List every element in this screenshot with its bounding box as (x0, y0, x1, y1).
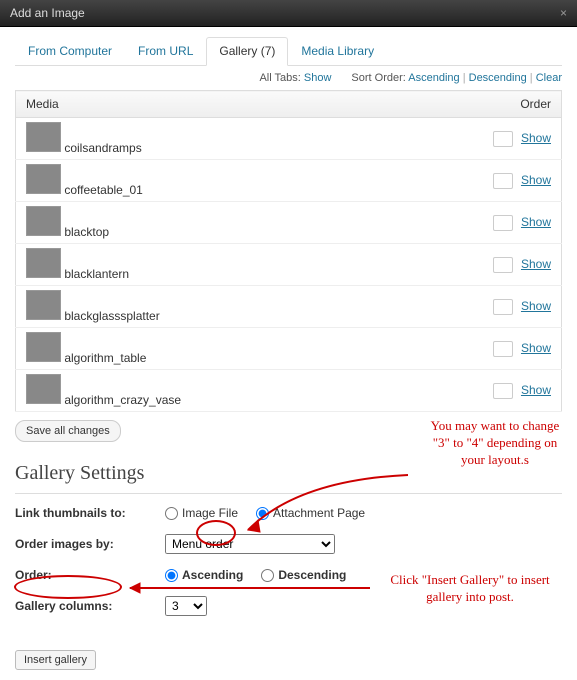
media-name: coffeetable_01 (64, 183, 143, 197)
close-icon[interactable]: × (560, 6, 567, 20)
show-link[interactable]: Show (521, 257, 551, 271)
columns-select[interactable]: 3 (165, 596, 207, 616)
columns-label: Gallery columns: (15, 599, 165, 613)
thumbnail-icon (26, 248, 61, 278)
annotation-insert: Click "Insert Gallery" to insert gallery… (375, 572, 565, 606)
thumbnail-icon (26, 164, 61, 194)
alltabs-label: All Tabs: (259, 72, 300, 84)
toolbar: All Tabs: Show Sort Order: Ascending | D… (15, 72, 562, 84)
table-row: blacklantern Show (16, 244, 562, 286)
thumbnail-icon (26, 206, 61, 236)
sort-asc-link[interactable]: Ascending (408, 72, 459, 84)
alltabs-show-link[interactable]: Show (304, 72, 332, 84)
tabs: From Computer From URL Gallery (7) Media… (15, 37, 562, 66)
order-input[interactable] (493, 131, 513, 147)
tab-gallery[interactable]: Gallery (7) (206, 37, 288, 66)
thumbnail-icon (26, 332, 61, 362)
link-thumbnails-label: Link thumbnails to: (15, 506, 165, 520)
media-name: algorithm_crazy_vase (64, 393, 181, 407)
table-row: coffeetable_01 Show (16, 160, 562, 202)
table-row: blackglasssplatter Show (16, 286, 562, 328)
thumbnail-icon (26, 122, 61, 152)
table-row: coilsandramps Show (16, 118, 562, 160)
order-input[interactable] (493, 383, 513, 399)
media-name: blacklantern (64, 267, 129, 281)
save-all-button[interactable]: Save all changes (15, 420, 121, 442)
sort-clear-link[interactable]: Clear (536, 72, 562, 84)
show-link[interactable]: Show (521, 341, 551, 355)
arrow-icon (125, 578, 375, 598)
media-name: blackglasssplatter (64, 309, 159, 323)
insert-gallery-button[interactable]: Insert gallery (15, 650, 96, 670)
table-row: algorithm_crazy_vase Show (16, 370, 562, 412)
show-link[interactable]: Show (521, 173, 551, 187)
table-row: algorithm_table Show (16, 328, 562, 370)
show-link[interactable]: Show (521, 215, 551, 229)
dialog-header: Add an Image × (0, 0, 577, 27)
thumbnail-icon (26, 290, 61, 320)
radio-image-file[interactable]: Image File (165, 506, 238, 520)
order-input[interactable] (493, 341, 513, 357)
col-order: Order (393, 91, 562, 118)
show-link[interactable]: Show (521, 383, 551, 397)
show-link[interactable]: Show (521, 131, 551, 145)
order-input[interactable] (493, 299, 513, 315)
dialog-title: Add an Image (10, 6, 85, 20)
dialog: Add an Image × From Computer From URL Ga… (0, 0, 577, 680)
order-input[interactable] (493, 257, 513, 273)
thumbnail-icon (26, 374, 61, 404)
col-media: Media (16, 91, 393, 118)
tab-from-url[interactable]: From URL (125, 37, 206, 65)
sortorder-label: Sort Order: (351, 72, 405, 84)
table-row: blacktop Show (16, 202, 562, 244)
media-table: Media Order coilsandramps Show coffeetabl… (15, 90, 562, 412)
show-link[interactable]: Show (521, 299, 551, 313)
media-name: coilsandramps (64, 141, 141, 155)
sort-desc-link[interactable]: Descending (469, 72, 527, 84)
orderby-label: Order images by: (15, 537, 165, 551)
arrow-icon (238, 470, 418, 550)
order-input[interactable] (493, 215, 513, 231)
media-name: algorithm_table (64, 351, 146, 365)
tab-media-library[interactable]: Media Library (288, 37, 387, 65)
tab-from-computer[interactable]: From Computer (15, 37, 125, 65)
media-name: blacktop (64, 225, 109, 239)
order-input[interactable] (493, 173, 513, 189)
annotation-columns: You may want to change "3" to "4" depend… (425, 418, 565, 469)
